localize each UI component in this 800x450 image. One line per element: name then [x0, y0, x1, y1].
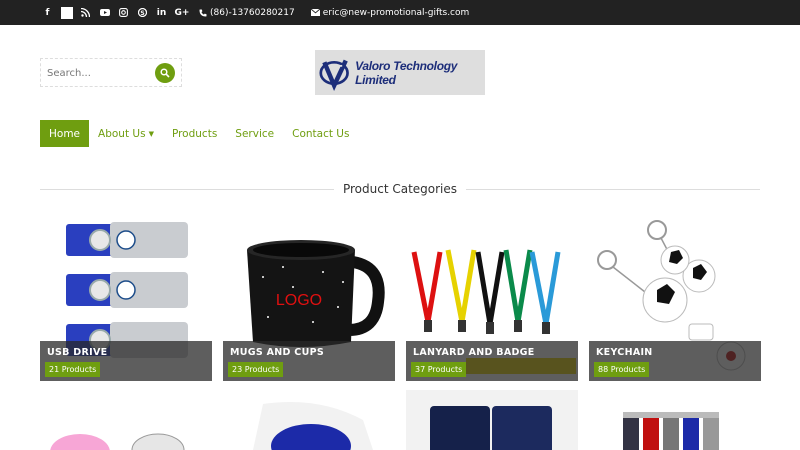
youtube-icon[interactable]	[95, 0, 114, 25]
section-title: Product Categories	[342, 182, 458, 196]
main-nav: Home About Us ▼ Products Service Contact…	[40, 120, 358, 147]
search-icon	[160, 68, 170, 78]
category-card-partial[interactable]	[223, 390, 395, 450]
search-box	[40, 58, 182, 87]
divider	[466, 188, 760, 190]
facebook-icon[interactable]: f	[38, 0, 57, 25]
phone-contact[interactable]: (86)-13760280217	[199, 8, 295, 18]
divider	[40, 188, 334, 190]
category-name: LANYARD AND BADGE	[413, 347, 535, 358]
category-card-mugs-and-cups[interactable]: LOGO MUGS AND CUPS 23 Products	[223, 212, 395, 381]
product-image	[623, 412, 719, 450]
category-name: USB DRIVE	[47, 347, 108, 358]
email-address: eric@new-promotional-gifts.com	[322, 7, 470, 18]
rss-icon[interactable]	[76, 0, 95, 25]
nav-item-home[interactable]: Home	[40, 120, 90, 147]
square-icon[interactable]	[57, 0, 76, 25]
envelope-icon	[310, 9, 320, 16]
nav-item-service[interactable]: Service	[226, 120, 283, 147]
category-card-partial[interactable]	[406, 390, 578, 450]
category-card-lanyard-and-badge[interactable]: LANYARD AND BADGE 37 Products	[406, 212, 578, 381]
linkedin-icon[interactable]: in	[152, 0, 171, 25]
product-count-badge: 37 Products	[411, 362, 467, 377]
caret-down-icon: ▼	[148, 129, 154, 138]
section-heading: Product Categories	[40, 179, 760, 199]
top-bar: f S in G+ (86)-13760280217 eric@new-prom…	[0, 0, 800, 25]
nav-item-products[interactable]: Products	[163, 120, 226, 147]
product-count-badge: 23 Products	[228, 362, 284, 377]
search-input[interactable]	[47, 65, 147, 81]
category-name: KEYCHAIN	[596, 347, 653, 358]
card-caption: MUGS AND CUPS 23 Products	[223, 341, 395, 381]
company-logo[interactable]: Valoro Technology Limited	[315, 50, 485, 95]
mug-logo-text: LOGO	[276, 292, 322, 309]
phone-number: (86)-13760280217	[210, 7, 295, 18]
product-image	[253, 402, 373, 450]
category-card-usb-drive[interactable]: USB DRIVE 21 Products	[40, 212, 212, 381]
svg-text:S: S	[140, 10, 144, 17]
nav-item-label: About Us	[98, 127, 146, 140]
google-plus-icon[interactable]: G+	[171, 0, 193, 25]
product-image	[406, 390, 578, 450]
phone-icon	[199, 9, 207, 16]
category-card-partial[interactable]	[40, 390, 212, 450]
card-caption: KEYCHAIN 88 Products	[589, 341, 761, 381]
card-caption: USB DRIVE 21 Products	[40, 341, 212, 381]
nav-item-contact-us[interactable]: Contact Us	[283, 120, 358, 147]
instagram-icon[interactable]	[114, 0, 133, 25]
category-card-partial[interactable]	[589, 390, 761, 450]
logo-text: Valoro Technology Limited	[355, 58, 458, 87]
email-contact[interactable]: eric@new-promotional-gifts.com	[310, 7, 470, 18]
skype-icon[interactable]: S	[133, 0, 152, 25]
nav-item-about-us[interactable]: About Us ▼	[89, 120, 163, 147]
card-caption: LANYARD AND BADGE 37 Products	[406, 341, 578, 381]
product-image	[50, 433, 185, 450]
category-name: MUGS AND CUPS	[230, 347, 325, 358]
category-card-keychain[interactable]: KEYCHAIN 88 Products	[589, 212, 761, 381]
product-count-badge: 21 Products	[45, 362, 101, 377]
product-count-badge: 88 Products	[594, 362, 650, 377]
search-button[interactable]	[155, 63, 175, 83]
logo-mark-icon	[319, 59, 349, 91]
